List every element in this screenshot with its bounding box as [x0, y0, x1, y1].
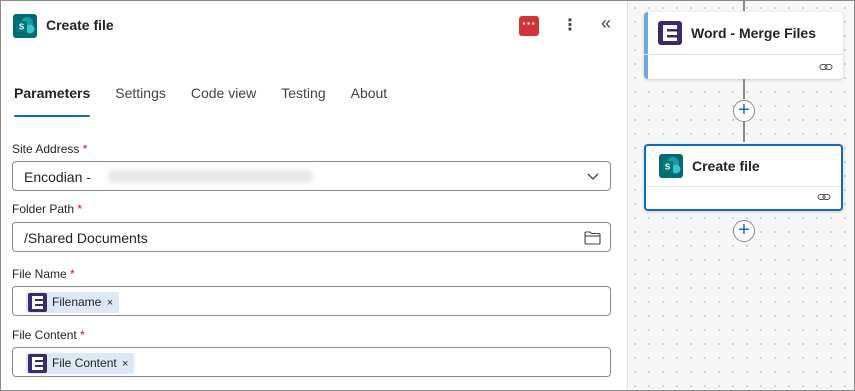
encodian-icon: [658, 21, 682, 45]
file-name-label-text: File Name: [12, 267, 67, 281]
collapse-panel-icon[interactable]: «: [598, 13, 614, 35]
sharepoint-icon: S: [13, 14, 37, 38]
chevron-down-icon[interactable]: [586, 169, 600, 183]
panel-title: Create file: [46, 17, 114, 33]
more-vertical-icon[interactable]: ⋮: [562, 15, 578, 35]
token-label: File Content: [52, 356, 117, 370]
tab-testing[interactable]: Testing: [281, 85, 325, 113]
app-frame: S Create file ··· ⋮ « Parameters Setting…: [0, 0, 855, 391]
site-address-value: Encodian -: [24, 169, 91, 185]
tab-about[interactable]: About: [351, 85, 388, 113]
panel-header: S Create file ··· ⋮ «: [13, 13, 615, 39]
connector-line: [743, 122, 745, 142]
link-icon: [819, 63, 833, 71]
site-address-label-text: Site Address: [12, 142, 80, 156]
required-mark: *: [77, 202, 83, 216]
required-mark: *: [82, 142, 88, 156]
action-card-word-merge-files[interactable]: Word - Merge Files: [644, 12, 843, 79]
card-divider: [644, 54, 843, 55]
card-accent: [644, 12, 648, 79]
tab-settings[interactable]: Settings: [115, 85, 166, 113]
file-name-input[interactable]: Filename ×: [12, 286, 611, 316]
connector-line: [743, 79, 745, 99]
required-mark: *: [80, 328, 85, 342]
site-address-dropdown[interactable]: Encodian -: [12, 161, 611, 191]
file-content-input[interactable]: File Content ×: [12, 347, 611, 377]
sharepoint-icon: S: [659, 154, 683, 178]
add-step-plus-icon[interactable]: +: [733, 100, 755, 122]
encodian-icon: [28, 354, 47, 373]
required-mark: *: [70, 267, 75, 281]
add-step-plus-icon[interactable]: +: [733, 220, 755, 242]
folder-path-value: /Shared Documents: [24, 230, 148, 246]
remove-token-icon[interactable]: ×: [107, 297, 113, 309]
svg-text:S: S: [19, 23, 25, 32]
folder-icon[interactable]: [584, 230, 601, 245]
action-properties-panel: S Create file ··· ⋮ « Parameters Setting…: [1, 1, 628, 390]
file-content-token[interactable]: File Content ×: [26, 353, 135, 374]
card-divider: [646, 186, 841, 187]
folder-path-input[interactable]: /Shared Documents: [12, 222, 611, 252]
flow-canvas[interactable]: Word - Merge Files + S Create file +: [628, 1, 854, 390]
tab-code-view[interactable]: Code view: [191, 85, 256, 113]
redacted-url: [108, 170, 313, 183]
token-label: Filename: [52, 295, 102, 309]
action-card-create-file[interactable]: S Create file: [644, 144, 843, 211]
remove-token-icon[interactable]: ×: [122, 358, 128, 370]
connector-line: [743, 1, 745, 11]
tab-parameters[interactable]: Parameters: [14, 85, 91, 117]
folder-path-label: Folder Path *: [12, 202, 82, 216]
encodian-icon: [28, 293, 47, 312]
file-content-label-text: File Content: [12, 328, 77, 342]
card-title: Create file: [692, 158, 760, 174]
link-icon: [817, 193, 831, 201]
file-content-label: File Content *: [12, 328, 85, 342]
filename-token[interactable]: Filename ×: [26, 292, 120, 313]
card-title: Word - Merge Files: [691, 25, 816, 41]
site-address-label: Site Address *: [12, 142, 87, 156]
panel-tabs: Parameters Settings Code view Testing Ab…: [14, 85, 412, 117]
svg-text:S: S: [665, 163, 671, 172]
more-horizontal-red-icon[interactable]: ···: [519, 16, 539, 36]
file-name-label: File Name *: [12, 267, 75, 281]
folder-path-label-text: Folder Path: [12, 202, 75, 216]
